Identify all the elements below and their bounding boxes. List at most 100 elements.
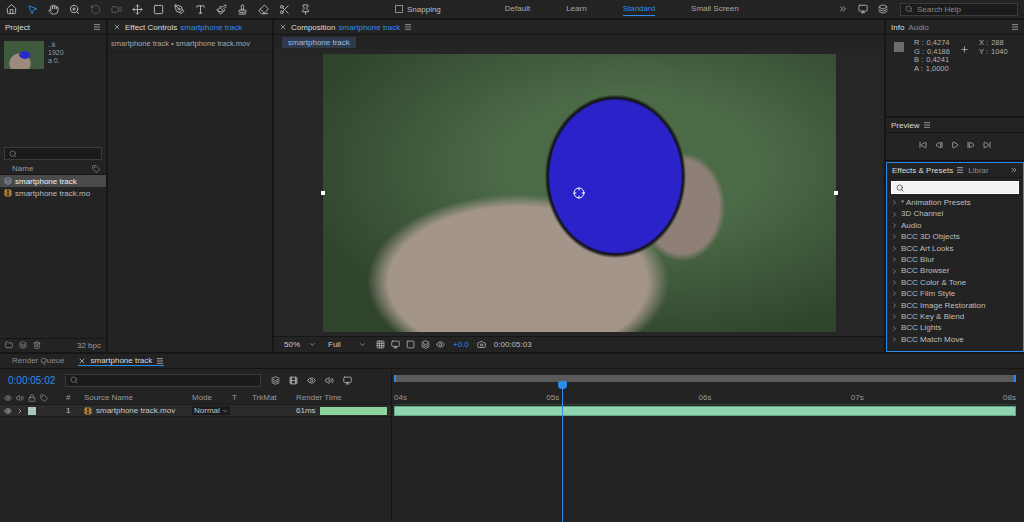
tool-button[interactable]	[6, 4, 17, 15]
panel-menu-icon[interactable]	[404, 23, 412, 31]
panel-menu-icon[interactable]	[956, 166, 964, 174]
snapping-checkbox[interactable]: Snapping	[395, 5, 441, 14]
effect-category[interactable]: * Animation Presets	[887, 197, 1023, 208]
zoom-select[interactable]: 50%	[282, 340, 318, 349]
panel-tab[interactable]: Effects & Presets	[892, 166, 964, 175]
effect-category[interactable]: BCC Match Move	[887, 334, 1023, 345]
effect-category[interactable]: BCC Blur	[887, 254, 1023, 265]
snapshot-icon[interactable]	[477, 340, 486, 349]
close-icon[interactable]	[113, 23, 121, 31]
more-panels-icon[interactable]	[1010, 166, 1018, 174]
column-header[interactable]: Source Name	[84, 393, 192, 402]
project-search-field[interactable]	[4, 147, 102, 160]
effects-search-field[interactable]	[891, 181, 1019, 194]
tool-button[interactable]	[195, 4, 206, 15]
video-frame[interactable]	[323, 54, 836, 332]
project-item[interactable]: smartphone track	[0, 175, 106, 187]
tool-button[interactable]	[27, 4, 38, 15]
comp-flowchart-icon[interactable]	[271, 376, 280, 385]
tool-button[interactable]	[174, 4, 185, 15]
channel-icon[interactable]	[436, 340, 445, 349]
blend-mode-select[interactable]: Normal	[192, 406, 230, 415]
layer-search-field[interactable]	[65, 374, 261, 387]
effect-category[interactable]: BCC Art Looks	[887, 243, 1023, 254]
layer-duration-bar[interactable]	[394, 406, 1016, 416]
workspace-tab[interactable]: Small Screen	[691, 2, 739, 16]
column-header[interactable]: Name	[12, 164, 33, 173]
panel-menu-icon[interactable]	[93, 23, 101, 31]
current-time[interactable]: 0:00:05:02	[8, 375, 55, 386]
label-color[interactable]	[28, 407, 36, 415]
bit-depth[interactable]: 32 bpc	[77, 341, 101, 350]
new-comp-icon[interactable]	[19, 341, 27, 349]
screen-icon[interactable]	[858, 4, 868, 14]
layers-icon[interactable]	[878, 4, 888, 14]
motion-blur-icon[interactable]	[343, 376, 352, 385]
panel-tab[interactable]: Project	[5, 23, 30, 32]
effect-category[interactable]: BCC Color & Tone	[887, 277, 1023, 288]
tool-button[interactable]	[258, 4, 269, 15]
effect-category[interactable]: Audio	[887, 220, 1023, 231]
column-header[interactable]: #	[66, 393, 84, 402]
close-icon[interactable]	[78, 357, 86, 365]
column-header[interactable]: TrkMat	[252, 393, 296, 402]
selection-handle[interactable]	[321, 191, 325, 195]
tool-button[interactable]	[279, 4, 290, 15]
effect-category[interactable]: BCC Browser	[887, 265, 1023, 276]
panel-menu-icon[interactable]	[923, 121, 931, 129]
eye-icon[interactable]	[4, 407, 12, 415]
playhead[interactable]	[562, 383, 563, 522]
grid-icon[interactable]	[376, 340, 385, 349]
panel-tab[interactable]: Info	[891, 23, 904, 32]
effect-category[interactable]: 3D Channel	[887, 208, 1023, 219]
timeline-tab[interactable]: smartphone track	[78, 356, 164, 366]
previous-frame-icon[interactable]	[935, 141, 943, 149]
effect-category[interactable]: BCC Film Style	[887, 288, 1023, 299]
exposure-value[interactable]: +0.0	[453, 340, 469, 349]
panel-tab[interactable]: Effect Controlssmartphone track	[125, 23, 242, 32]
mask-icon[interactable]	[421, 340, 430, 349]
panel-menu-icon[interactable]	[1011, 23, 1019, 31]
tool-button[interactable]	[300, 4, 311, 15]
frame-blending-icon[interactable]	[325, 376, 334, 385]
more-workspaces-icon[interactable]	[838, 4, 848, 14]
effect-category[interactable]: BCC Image Restoration	[887, 300, 1023, 311]
time-ruler[interactable]: 04s05s06s07s08s	[394, 382, 1016, 405]
selection-handle[interactable]	[834, 191, 838, 195]
panel-tab[interactable]: Audio	[908, 23, 928, 32]
viewer-timecode[interactable]: 0:00:05:03	[494, 340, 532, 349]
region-icon[interactable]	[391, 340, 400, 349]
column-header[interactable]: Mode	[192, 393, 232, 402]
tool-button[interactable]	[153, 4, 164, 15]
tool-button[interactable]	[90, 4, 101, 15]
work-area-bar[interactable]	[394, 375, 1016, 382]
panel-tab[interactable]: Preview	[891, 121, 919, 130]
tool-button[interactable]	[237, 4, 248, 15]
resolution-select[interactable]: Full	[326, 340, 368, 349]
panel-tab[interactable]: Librar	[968, 166, 988, 175]
first-frame-icon[interactable]	[919, 141, 927, 149]
tool-button[interactable]	[69, 4, 80, 15]
timeline-tab[interactable]: Render Queue	[12, 356, 64, 366]
project-item[interactable]: smartphone track.mo	[0, 187, 106, 199]
tool-button[interactable]	[111, 4, 122, 15]
trash-icon[interactable]	[33, 341, 41, 349]
playhead-handle[interactable]	[558, 381, 567, 389]
play-icon[interactable]	[951, 141, 959, 149]
shy-icon[interactable]	[307, 376, 316, 385]
tool-button[interactable]	[48, 4, 59, 15]
last-frame-icon[interactable]	[983, 141, 991, 149]
column-header[interactable]: T	[232, 393, 252, 402]
effect-category[interactable]: BCC 3D Objects	[887, 231, 1023, 242]
workspace-tab[interactable]: Default	[505, 2, 530, 16]
folder-icon[interactable]	[5, 341, 13, 349]
close-icon[interactable]	[279, 23, 287, 31]
next-frame-icon[interactable]	[967, 141, 975, 149]
effect-category[interactable]: BCC Key & Blend	[887, 311, 1023, 322]
panel-menu-icon[interactable]	[156, 357, 164, 365]
workspace-tab[interactable]: Learn	[566, 2, 586, 16]
viewer-tab[interactable]: smartphone track	[282, 37, 356, 48]
search-help-field[interactable]: Search Help	[900, 3, 1018, 16]
panel-tab[interactable]: Compositionsmartphone track	[291, 23, 400, 32]
draft-3d-icon[interactable]	[289, 376, 298, 385]
